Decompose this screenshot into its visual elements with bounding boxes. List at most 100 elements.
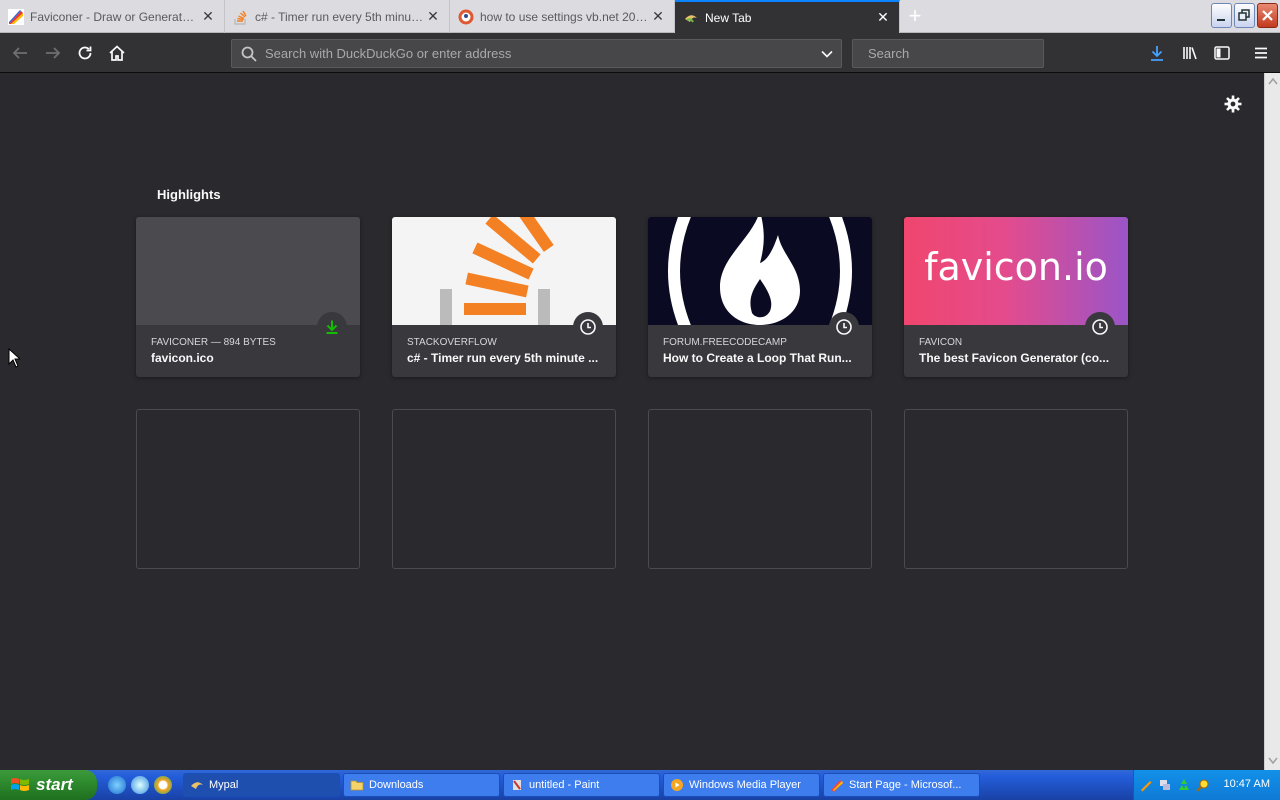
tray-search-icon[interactable] [1196,778,1210,792]
task-label: Start Page - Microsof... [849,779,962,791]
restore-button[interactable] [1234,3,1255,28]
close-icon[interactable]: ✕ [425,8,441,25]
arrow-right-icon [46,47,61,59]
highlight-card[interactable]: FORUM.FREECODECAMP How to Create a Loop … [648,217,872,377]
favicon-io-logo: favicon.io [924,245,1108,289]
taskbar: start Mypal Downloads untitled - Paint W… [0,770,1280,800]
forward-button[interactable] [41,41,65,65]
stackoverflow-logo-icon [392,217,616,325]
highlight-card[interactable]: STACKOVERFLOW c# - Timer run every 5th m… [392,217,616,377]
tab-duckduckgo[interactable]: how to use settings vb.net 2005 at DuckD… [450,0,675,33]
library-button[interactable] [1178,41,1202,65]
home-icon [109,45,125,61]
tray-recycle-icon[interactable] [1177,778,1191,792]
card-thumbnail: favicon.io [904,217,1128,325]
scroll-up-icon[interactable] [1268,77,1278,85]
card-title: c# - Timer run every 5th minute ... [407,351,599,365]
download-icon [1151,46,1163,61]
taskbar-item-downloads[interactable]: Downloads [343,773,500,797]
tab-stackoverflow[interactable]: c# - Timer run every 5th minute - Stack … [225,0,450,33]
tab-title: c# - Timer run every 5th minute - Stack … [255,9,425,24]
card-source: FAVICON [919,337,963,348]
highlight-card[interactable]: favicon.io FAVICON The best Favicon Gene… [904,217,1128,377]
empty-highlight-slot [648,409,872,569]
card-source: FORUM.FREECODECAMP [663,337,787,348]
card-thumbnail [136,217,360,325]
task-label: Mypal [209,779,239,791]
menu-button[interactable] [1249,41,1273,65]
clock: 10:47 AM [1223,778,1270,790]
new-tab-button[interactable]: + [903,5,927,29]
card-title: How to Create a Loop That Run... [663,351,852,365]
sidebar-icon [1214,46,1230,60]
start-label: start [36,775,73,794]
card-title: The best Favicon Generator (co... [919,351,1110,365]
browser-quicklaunch-icon[interactable] [131,776,149,794]
downloads-button[interactable] [1145,41,1169,65]
empty-highlight-slot [136,409,360,569]
tab-strip: Faviconer - Draw or Generate Favicons ✕ … [0,0,1280,33]
gear-icon[interactable] [1223,94,1243,114]
tray-network-icon[interactable] [1158,778,1172,792]
tab-title: Faviconer - Draw or Generate Favicons [30,9,200,24]
card-title: favicon.ico [151,351,214,365]
close-icon[interactable]: ✕ [650,8,666,25]
chevron-down-icon[interactable] [820,47,834,61]
new-tab-page: Highlights FAVICONER — 894 BYTES favicon… [0,73,1264,770]
folder-icon [350,780,364,791]
task-label: untitled - Paint [529,779,600,791]
task-label: Downloads [369,779,424,791]
duckduckgo-icon [458,9,474,25]
search-icon [241,46,257,62]
taskbar-item-mypal[interactable]: Mypal [183,773,340,797]
tab-title: New Tab [705,10,752,25]
media-player-icon [671,779,683,791]
close-window-button[interactable] [1257,3,1278,28]
tab-faviconer[interactable]: Faviconer - Draw or Generate Favicons ✕ [0,0,225,33]
taskbar-item-media-player[interactable]: Windows Media Player [663,773,820,797]
stackoverflow-icon [233,9,249,25]
system-tray: 10:47 AM [1133,770,1280,800]
tray-pencil-icon[interactable] [1139,778,1153,792]
reload-icon [78,46,92,60]
taskbar-item-paint[interactable]: untitled - Paint [503,773,660,797]
media-player-icon[interactable] [154,776,172,794]
taskbar-item-start-page[interactable]: Start Page - Microsof... [823,773,980,797]
navigation-toolbar [0,33,1280,73]
tab-new-tab[interactable]: New Tab ✕ [675,0,900,33]
hamburger-menu-icon [1255,47,1267,59]
search-bar[interactable] [852,39,1044,68]
arrow-left-icon [12,47,27,59]
paint-icon [513,780,521,790]
url-bar[interactable] [231,39,842,68]
home-button[interactable] [105,41,129,65]
search-input[interactable] [862,46,1044,61]
start-button[interactable]: start [0,770,97,800]
back-button[interactable] [8,41,32,65]
vertical-scrollbar[interactable] [1264,73,1280,770]
mouse-cursor-icon [8,348,20,368]
close-icon[interactable]: ✕ [200,8,216,25]
card-source: FAVICONER — 894 BYTES [151,337,276,348]
mypal-icon [191,782,203,789]
highlight-card[interactable]: FAVICONER — 894 BYTES favicon.ico [136,217,360,377]
mypal-icon [683,10,699,26]
minimize-button[interactable] [1211,3,1232,28]
library-icon [1183,47,1197,60]
task-label: Windows Media Player [689,779,801,791]
internet-explorer-icon[interactable] [108,776,126,794]
tab-title: how to use settings vb.net 2005 at DuckD… [480,9,650,24]
sidebar-button[interactable] [1210,41,1234,65]
edge-icon [831,780,843,792]
scroll-down-icon[interactable] [1268,757,1278,765]
freecodecamp-logo-icon [648,217,872,325]
close-icon[interactable]: ✕ [875,9,891,26]
empty-highlight-slot [392,409,616,569]
card-source: STACKOVERFLOW [407,337,497,348]
empty-highlight-slot [904,409,1128,569]
faviconer-icon [8,8,24,25]
reload-button[interactable] [73,41,97,65]
windows-logo-icon [11,778,29,791]
highlights-heading: Highlights [157,187,221,202]
url-input[interactable] [257,46,820,61]
